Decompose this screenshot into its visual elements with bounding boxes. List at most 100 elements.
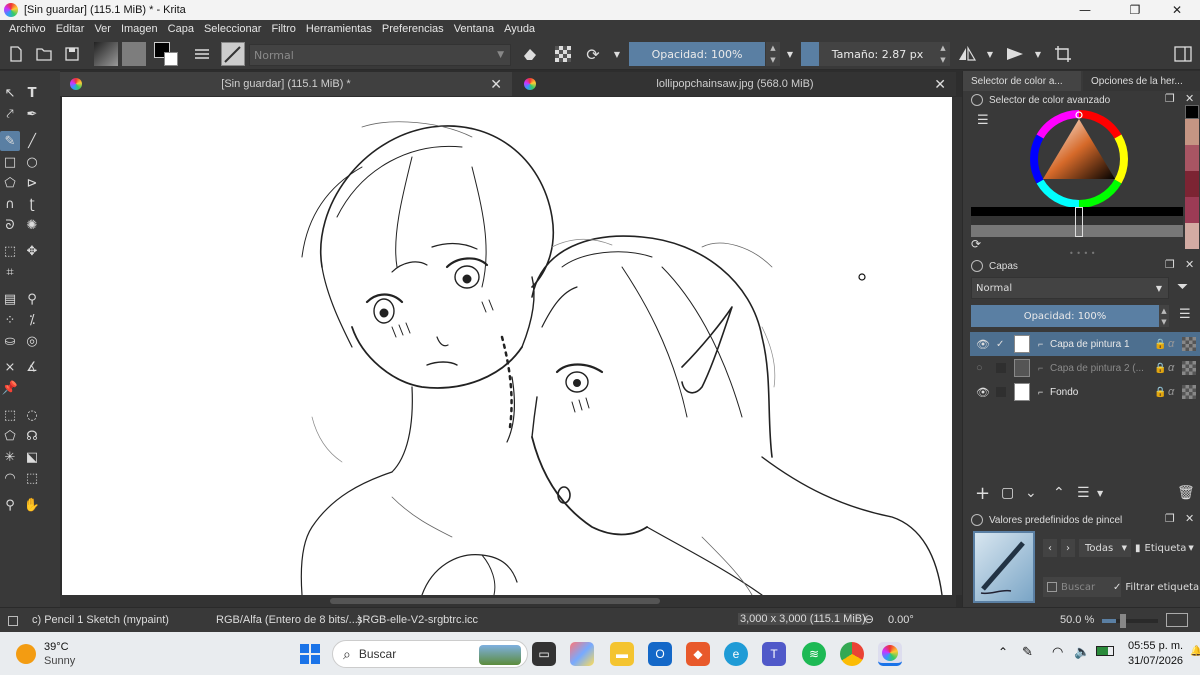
zoom-slider-handle[interactable] [1120,614,1126,628]
rotation-icon[interactable]: ⊖ [864,612,874,626]
lock-icon[interactable]: 🔒 [1154,387,1166,398]
krita-taskbar-icon[interactable] [878,642,902,666]
taskbar-search-input[interactable]: ⌕ Buscar [332,640,528,668]
contiguous-select-icon[interactable]: ✳ [0,447,20,467]
notification-bell-icon[interactable]: 🔔 [1190,646,1200,657]
close-panel-icon[interactable]: ✕ [1185,512,1194,525]
lock-icon[interactable]: 🔒 [1154,363,1166,374]
vertical-scrollbar[interactable] [952,97,962,595]
wifi-icon[interactable]: ◠ [1052,644,1063,660]
sun-icon[interactable] [16,644,36,664]
inherit-alpha-icon[interactable] [1182,361,1196,375]
pen-icon[interactable]: ✎ [1022,644,1033,660]
refresh-icon[interactable]: ⟳ [971,237,981,251]
polygon-select-icon[interactable]: ⬠ [0,426,20,446]
menu-imagen[interactable]: Imagen [116,23,163,35]
filter-icon[interactable]: ⏷ [1177,279,1188,295]
mirror-vertical-icon[interactable] [1004,44,1026,64]
eye-hidden-icon[interactable]: ○ [976,362,983,374]
enclose-fill-icon[interactable]: ◎ [22,331,42,351]
select-shapes-icon[interactable]: ↖ [0,83,20,103]
layer-row[interactable]: 👁 ⌐ Fondo 🔒 α [970,380,1200,404]
alpha-lock-icon[interactable]: α [1168,386,1174,398]
layer-properties-icon[interactable]: ☰ [1077,485,1090,501]
horizontal-scrollbar[interactable] [60,595,956,607]
edge-browser-icon[interactable]: e [724,642,748,666]
outlook-icon[interactable]: O [648,642,672,666]
unchecked-icon[interactable] [996,363,1006,373]
float-panel-icon[interactable]: ❐ [1165,92,1175,105]
blend-mode-select[interactable]: Normal ▼ [249,44,511,66]
menu-seleccionar[interactable]: Seleccionar [199,23,266,35]
panel-menu-icon[interactable] [971,94,983,106]
crop-tool-icon[interactable]: ⌗ [0,262,20,282]
color-picker-icon[interactable]: ⚲ [22,289,42,309]
chevron-down-icon[interactable]: ▼ [784,44,796,64]
ellipse-select-icon[interactable]: ◌ [22,405,42,425]
maximize-button[interactable]: ❐ [1112,0,1158,20]
dynamic-brush-icon[interactable]: ᘐ [0,215,20,235]
open-folder-icon[interactable] [34,44,54,64]
fg-bg-color-swatch[interactable] [154,42,180,66]
layer-options-icon[interactable]: ☰ [1179,307,1191,322]
layer-blend-mode-select[interactable]: Normal ▼ [971,277,1169,299]
unchecked-icon[interactable] [996,387,1006,397]
calligraphy-icon[interactable]: ✒ [22,104,42,124]
move-tool-icon[interactable]: ✥ [22,241,42,261]
eye-icon[interactable]: 👁 [976,386,990,399]
new-document-icon[interactable] [6,44,26,64]
chevron-down-icon[interactable]: ▼ [1032,44,1044,64]
chevron-up-icon[interactable]: ⌃ [998,645,1008,659]
brush-preset-preview[interactable] [221,42,245,66]
workspace-icon[interactable] [1172,44,1194,64]
delete-layer-icon[interactable]: 🗑 [1177,485,1195,501]
freehand-select-icon[interactable]: ☊ [22,426,42,446]
color-wheel[interactable] [1027,107,1131,211]
menu-editar[interactable]: Editar [51,23,90,35]
rectangle-tool-icon[interactable]: □ [0,152,20,172]
layer-row[interactable]: ○ ⌐ Capa de pintura 2 (... 🔒 α [970,356,1200,380]
float-panel-icon[interactable]: ❐ [1165,258,1175,271]
inherit-alpha-icon[interactable] [1182,385,1196,399]
transform-tool-icon[interactable]: ⬚ [0,241,20,261]
menu-herramientas[interactable]: Herramientas [301,23,377,35]
text-tool-icon[interactable]: T [22,83,42,103]
panel-menu-icon[interactable] [971,514,983,526]
close-panel-icon[interactable]: ✕ [1185,258,1194,271]
crop-wrap-icon[interactable] [1052,44,1074,64]
clock-date[interactable]: 31/07/2026 [1128,655,1183,667]
assistant-tool-icon[interactable]: ⨯ [0,357,20,377]
close-tab-icon[interactable]: ✕ [490,76,502,93]
gradient-tool-icon[interactable]: ▤ [0,289,20,309]
fill-tool-icon[interactable]: ⛀ [0,331,20,351]
zoom-tool-icon[interactable]: ⚲ [0,495,20,515]
brush-tag-select[interactable]: Todas ▼ [1079,539,1131,557]
windows-start-icon[interactable] [298,642,322,666]
size-slider-fill[interactable] [801,42,819,66]
next-tag-button[interactable]: › [1061,539,1075,557]
add-layer-icon[interactable]: + [975,483,990,504]
duplicate-layer-icon[interactable]: ▢ [1001,485,1014,501]
layer-opacity-slider[interactable]: Opacidad: 100% [971,305,1159,327]
close-window-button[interactable]: ✕ [1154,0,1200,20]
pattern-preset-swatch[interactable] [122,42,146,66]
bezier-select-icon[interactable]: ◠ [0,468,20,488]
pan-tool-icon[interactable]: ✋ [22,495,42,515]
tab-lollipopchainsaw[interactable]: lollipopchainsaw.jpg (568.0 MiB) ✕ [514,72,956,96]
clock-time[interactable]: 05:55 p. m. [1128,640,1183,652]
menu-filtro[interactable]: Filtro [266,23,300,35]
chevron-down-icon[interactable]: ▼ [984,44,996,64]
size-spinner[interactable]: ▲ ▼ [936,42,950,66]
edit-shapes-icon[interactable]: ⤤ [0,104,20,124]
color-history-strip[interactable] [971,207,1183,237]
alpha-lock-icon[interactable] [553,44,573,64]
brush-settings-icon[interactable] [192,44,212,64]
tab-color-selector[interactable]: Selector de color a... [963,71,1081,91]
polyline-tool-icon[interactable]: ⊳ [22,173,42,193]
check-icon[interactable]: ✓ [996,339,1004,350]
colorize-mask-icon[interactable]: ⁒ [22,310,42,330]
magnetic-select-icon[interactable]: ⬚ [22,468,42,488]
battery-icon[interactable] [1096,646,1114,656]
brush-preset-thumbnail[interactable] [973,531,1035,603]
reference-images-icon[interactable]: 📌 [0,378,20,398]
